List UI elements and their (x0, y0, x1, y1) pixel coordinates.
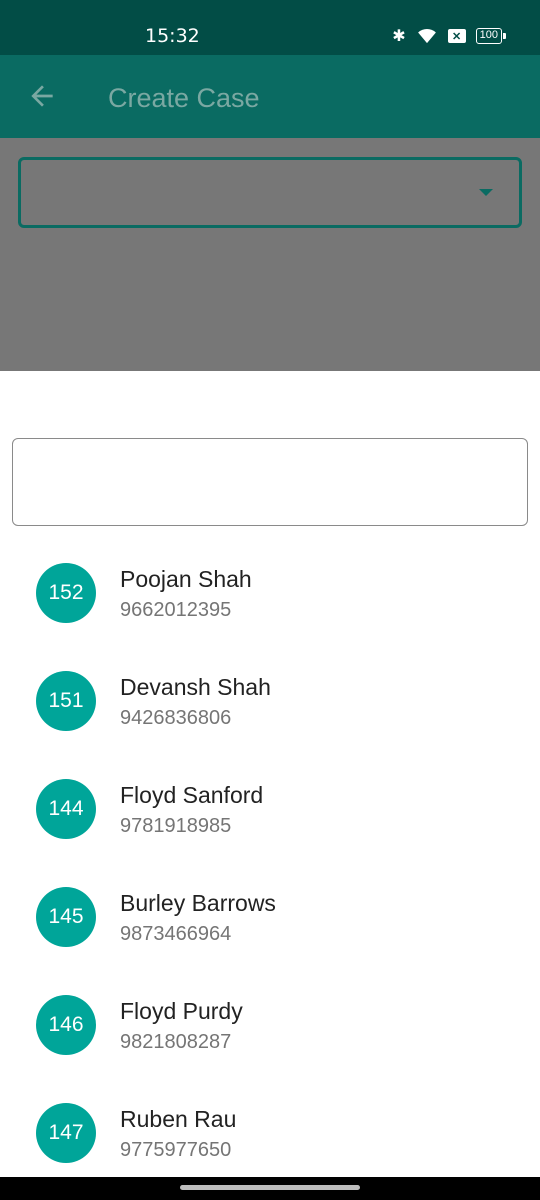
battery-icon: 100 (475, 28, 507, 44)
item-name: Floyd Purdy (120, 998, 243, 1024)
item-name: Ruben Rau (120, 1106, 237, 1132)
item-name: Floyd Sanford (120, 782, 264, 808)
list-item[interactable]: 147 Ruben Rau 9775977650 (0, 1094, 540, 1177)
avatar: 147 (36, 1103, 96, 1163)
list-item[interactable]: 145 Burley Barrows 9873466964 (0, 878, 540, 986)
app-bar: Create Case (0, 55, 540, 138)
list-item[interactable]: 152 Poojan Shah 9662012395 (0, 554, 540, 662)
home-gesture-handle[interactable] (180, 1185, 360, 1190)
avatar: 144 (36, 779, 96, 839)
item-name: Poojan Shah (120, 566, 252, 592)
item-phone: 9781918985 (120, 815, 232, 837)
list-item[interactable]: 146 Floyd Purdy 9821808287 (0, 986, 540, 1094)
page-title: Create Case (108, 83, 260, 113)
status-icons: ✱ ✕ 100 (392, 26, 507, 46)
avatar: 151 (36, 671, 96, 731)
item-phone: 9873466964 (120, 923, 232, 945)
search-input[interactable] (12, 438, 528, 526)
status-time: 15:32 (145, 25, 200, 47)
wifi-icon (417, 29, 436, 44)
x-notification-icon: ✕ (447, 29, 466, 43)
item-phone: 9821808287 (120, 1031, 232, 1053)
avatar: 145 (36, 887, 96, 947)
item-name: Burley Barrows (120, 890, 276, 916)
caret-down-icon (479, 189, 493, 196)
list-item[interactable]: 151 Devansh Shah 9426836806 (0, 662, 540, 770)
bluetooth-icon: ✱ (392, 28, 406, 45)
case-dropdown[interactable] (18, 157, 522, 228)
item-phone: 9426836806 (120, 707, 232, 729)
dimmed-background[interactable] (0, 138, 540, 371)
bottom-sheet: 152 Poojan Shah 9662012395 151 Devansh S… (0, 371, 540, 1177)
arrow-left-icon[interactable] (26, 80, 58, 112)
item-phone: 9662012395 (120, 599, 232, 621)
list-item[interactable]: 144 Floyd Sanford 9781918985 (0, 770, 540, 878)
item-phone: 9775977650 (120, 1139, 232, 1161)
avatar: 146 (36, 995, 96, 1055)
navigation-bar (0, 1177, 540, 1200)
contact-list: 152 Poojan Shah 9662012395 151 Devansh S… (0, 554, 540, 1177)
item-name: Devansh Shah (120, 674, 271, 700)
avatar: 152 (36, 563, 96, 623)
status-bar: 15:32 ✱ ✕ 100 (0, 0, 540, 55)
